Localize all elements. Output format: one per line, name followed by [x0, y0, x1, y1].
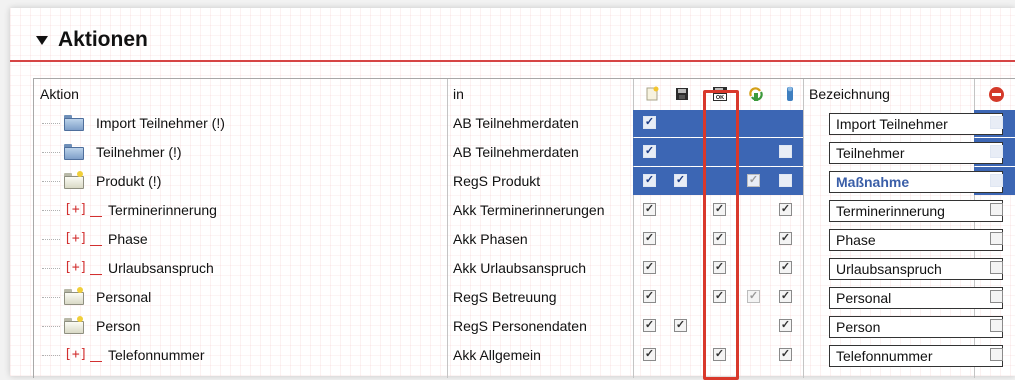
in-label: AB Teilnehmerdaten: [453, 144, 579, 160]
aktion-label: Terminerinnerung: [108, 202, 217, 218]
folder-icon: [64, 287, 84, 305]
in-label: RegS Produkt: [453, 173, 541, 189]
bezeichnung-input[interactable]: Telefonnummer: [829, 345, 1003, 367]
delete-checkbox[interactable]: [990, 348, 1003, 361]
expand-plus-icon[interactable]: [+]: [64, 202, 87, 217]
new-document-icon[interactable]: [644, 86, 660, 102]
section-header[interactable]: Aktionen: [10, 26, 1015, 62]
user-checkbox[interactable]: [779, 145, 792, 158]
neu-checkbox[interactable]: [643, 145, 656, 158]
in-label: Akk Urlaubsanspruch: [453, 260, 587, 276]
user-checkbox[interactable]: [779, 174, 792, 187]
user-checkbox[interactable]: [779, 232, 792, 245]
bezeichnung-input[interactable]: Personal: [829, 287, 1003, 309]
bezeichnung-input[interactable]: Phase: [829, 229, 1003, 251]
delete-checkbox[interactable]: [990, 261, 1003, 274]
folder-icon: [64, 171, 84, 189]
bezeichnung-input[interactable]: Terminerinnerung: [829, 200, 1003, 222]
bezeichnung-input[interactable]: Teilnehmer: [829, 142, 1003, 164]
refresh-checkbox[interactable]: [747, 290, 760, 303]
delete-checkbox[interactable]: [990, 203, 1003, 216]
bezeichnung-input[interactable]: Import Teilnehmer: [829, 113, 1003, 135]
neu-checkbox[interactable]: [643, 261, 656, 274]
bezeichnung-input[interactable]: Urlaubsanspruch: [829, 258, 1003, 280]
aktion-label: Telefonnummer: [108, 347, 205, 363]
aktion-label: Phase: [108, 231, 148, 247]
neu-checkbox[interactable]: [643, 348, 656, 361]
aktion-label: Person: [96, 318, 141, 334]
table-row[interactable]: Teilnehmer (!) AB Teilnehmerdaten Teilne…: [34, 138, 1015, 166]
expand-plus-icon[interactable]: [+]: [64, 260, 87, 275]
aktion-label: Personal: [96, 289, 152, 305]
table-row[interactable]: Person RegS Personendaten Person: [34, 312, 1015, 340]
table-row[interactable]: Import Teilnehmer (!) AB Teilnehmerdaten…: [34, 109, 1015, 137]
refresh-checkbox[interactable]: [747, 174, 760, 187]
speichern-checkbox[interactable]: [674, 319, 687, 332]
column-header-in[interactable]: in: [447, 79, 633, 109]
folder-icon: [64, 316, 84, 334]
section-title: Aktionen: [58, 28, 148, 51]
user-icon[interactable]: [782, 86, 798, 102]
bezeichnung-input[interactable]: Maßnahme: [829, 171, 1003, 193]
in-label: AB Teilnehmerdaten: [453, 115, 579, 131]
neu-checkbox[interactable]: [643, 174, 656, 187]
column-header-bezeichnung[interactable]: Bezeichnung: [803, 79, 974, 109]
neu-checkbox[interactable]: [643, 116, 656, 129]
user-checkbox[interactable]: [779, 203, 792, 216]
delete-checkbox[interactable]: [990, 319, 1003, 332]
user-checkbox[interactable]: [779, 348, 792, 361]
aktion-label: Teilnehmer (!): [96, 144, 182, 160]
expand-plus-icon[interactable]: [+]: [64, 231, 87, 246]
in-label: RegS Personendaten: [453, 318, 587, 334]
collapse-triangle-icon[interactable]: [36, 36, 48, 45]
speichern-checkbox[interactable]: [674, 174, 687, 187]
delete-checkbox[interactable]: [990, 174, 1003, 187]
in-label: Akk Terminerinnerungen: [453, 202, 605, 218]
user-checkbox[interactable]: [779, 261, 792, 274]
aktion-label: Import Teilnehmer (!): [96, 115, 225, 131]
refresh-icon[interactable]: [748, 86, 764, 102]
neu-checkbox[interactable]: [643, 232, 656, 245]
delete-checkbox[interactable]: [990, 290, 1003, 303]
in-label: Akk Phasen: [453, 231, 528, 247]
delete-checkbox[interactable]: [990, 116, 1003, 129]
no-entry-icon[interactable]: [989, 87, 1004, 102]
neu-checkbox[interactable]: [643, 290, 656, 303]
in-label: Akk Allgemein: [453, 347, 541, 363]
expand-plus-icon[interactable]: [+]: [64, 347, 87, 362]
aktion-label: Urlaubsanspruch: [108, 260, 214, 276]
neu-checkbox[interactable]: [643, 319, 656, 332]
bezeichnung-input[interactable]: Person: [829, 316, 1003, 338]
folder-blue-icon: [64, 144, 84, 160]
actions-panel: Aktionen Aktion in OK Bezeichnung Import…: [10, 8, 1015, 380]
table-row[interactable]: [+] Urlaubsanspruch Akk Urlaubsanspruch …: [34, 254, 1015, 282]
table-row[interactable]: [+] Phase Akk Phasen Phase: [34, 225, 1015, 253]
neu-checkbox[interactable]: [643, 203, 656, 216]
table-row[interactable]: [+] Terminerinnerung Akk Terminerinnerun…: [34, 196, 1015, 224]
in-label: RegS Betreuung: [453, 289, 557, 305]
column-header-aktion[interactable]: Aktion: [34, 79, 447, 109]
save-icon[interactable]: [674, 86, 690, 102]
table-row[interactable]: [+] Telefonnummer Akk Allgemein Telefonn…: [34, 341, 1015, 369]
column-highlight: [703, 90, 739, 380]
user-checkbox[interactable]: [779, 319, 792, 332]
folder-blue-icon: [64, 115, 84, 131]
delete-checkbox[interactable]: [990, 232, 1003, 245]
table-row[interactable]: Personal RegS Betreuung Personal: [34, 283, 1015, 311]
aktion-label: Produkt (!): [96, 173, 162, 189]
user-checkbox[interactable]: [779, 290, 792, 303]
actions-table: Aktion in OK Bezeichnung Import Teilnehm…: [33, 78, 1015, 380]
delete-checkbox[interactable]: [990, 145, 1003, 158]
table-row[interactable]: Produkt (!) RegS Produkt Maßnahme: [34, 167, 1015, 195]
